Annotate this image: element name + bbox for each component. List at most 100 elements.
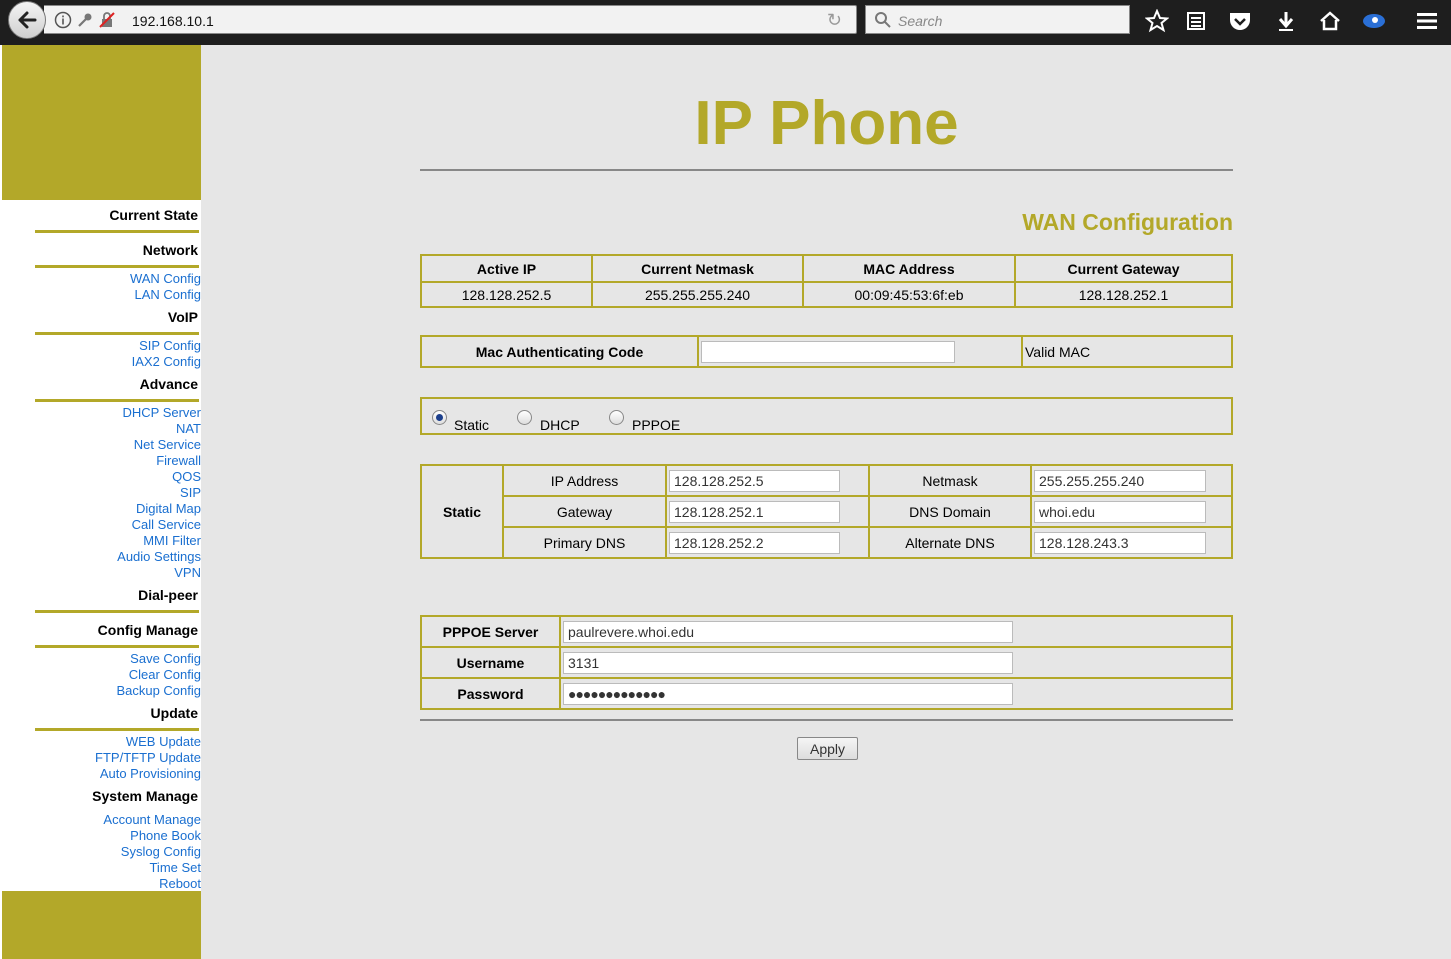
radio-pppoe[interactable]: [609, 410, 624, 425]
netmask-input[interactable]: [1034, 469, 1206, 492]
static-config-table: Static IP Address Netmask Gateway DNS Do…: [420, 464, 1233, 559]
sidebar-banner-top: [2, 45, 201, 200]
dns-domain-label: DNS Domain: [868, 495, 1032, 528]
sidebar-section-advance[interactable]: Advance: [140, 376, 198, 392]
sidebar-section-config-manage[interactable]: Config Manage: [98, 622, 198, 638]
download-icon[interactable]: [1273, 8, 1299, 34]
dns-domain-input[interactable]: [1034, 500, 1206, 523]
sidebar-link-reboot[interactable]: Reboot: [159, 876, 201, 891]
primary-dns-input[interactable]: [669, 531, 840, 554]
value-active-ip: 128.128.252.5: [420, 281, 593, 308]
sidebar-link-audio-settings[interactable]: Audio Settings: [117, 549, 201, 564]
sidebar-link-auto-provisioning[interactable]: Auto Provisioning: [100, 766, 201, 781]
header-active-ip: Active IP: [420, 254, 593, 283]
back-arrow-icon: [18, 11, 37, 29]
sidebar-link-save-config[interactable]: Save Config: [130, 651, 201, 666]
header-current-netmask: Current Netmask: [591, 254, 804, 283]
sidebar-divider: [35, 399, 199, 402]
sidebar-section-system-manage[interactable]: System Manage: [92, 788, 198, 804]
ip-address-label: IP Address: [502, 464, 667, 497]
sidebar-link-call-service[interactable]: Call Service: [132, 517, 201, 532]
mac-auth-label: Mac Authenticating Code: [420, 335, 699, 368]
sidebar-divider: [35, 728, 199, 731]
radio-dhcp[interactable]: [517, 410, 532, 425]
alternate-dns-input[interactable]: [1034, 531, 1206, 554]
section-heading: WAN Configuration: [1022, 209, 1233, 235]
sidebar-link-sip-config[interactable]: SIP Config: [139, 338, 201, 353]
addon-eye-icon[interactable]: [1361, 8, 1387, 34]
browser-toolbar: 192.168.10.1 ↻ Search: [0, 0, 1451, 45]
sidebar-link-time-set[interactable]: Time Set: [149, 860, 201, 875]
sidebar-link-lan-config[interactable]: LAN Config: [135, 287, 201, 302]
pppoe-server-label: PPPOE Server: [420, 615, 561, 648]
sidebar-divider: [35, 610, 199, 613]
sidebar-section-voip[interactable]: VoIP: [168, 309, 198, 325]
sidebar-link-firewall[interactable]: Firewall: [156, 453, 201, 468]
home-icon[interactable]: [1317, 8, 1343, 34]
pocket-icon[interactable]: [1227, 8, 1253, 34]
ip-address-input[interactable]: [669, 469, 840, 492]
password-input[interactable]: [563, 682, 1013, 705]
header-current-gateway: Current Gateway: [1014, 254, 1233, 283]
sidebar-link-sip[interactable]: SIP: [180, 485, 201, 500]
search-placeholder: Search: [898, 13, 943, 29]
reload-icon[interactable]: ↻: [827, 10, 842, 31]
sidebar-divider: [35, 265, 199, 268]
menu-icon[interactable]: [1414, 8, 1440, 34]
value-mac-address: 00:09:45:53:6f:eb: [802, 281, 1016, 308]
radio-pppoe-label: PPPOE: [632, 417, 681, 433]
alternate-dns-label: Alternate DNS: [868, 526, 1032, 559]
sidebar-link-qos[interactable]: QOS: [172, 469, 201, 484]
url-text[interactable]: 192.168.10.1: [132, 13, 214, 29]
netmask-label: Netmask: [868, 464, 1032, 497]
sidebar-link-vpn[interactable]: VPN: [174, 565, 201, 580]
username-label: Username: [420, 646, 561, 679]
mac-auth-table: Mac Authenticating Code Valid MAC: [420, 335, 1233, 368]
static-label: Static: [420, 464, 504, 559]
radio-static[interactable]: [432, 410, 447, 425]
back-button[interactable]: [8, 1, 46, 39]
sidebar-link-nat[interactable]: NAT: [176, 421, 201, 436]
radio-static-label: Static: [454, 417, 490, 433]
username-input[interactable]: [563, 651, 1013, 674]
sidebar-link-ftp-tftp-update[interactable]: FTP/TFTP Update: [95, 750, 201, 765]
mac-auth-input[interactable]: [701, 340, 955, 363]
sidebar-link-web-update[interactable]: WEB Update: [126, 734, 201, 749]
sidebar-link-wan-config[interactable]: WAN Config: [130, 271, 201, 286]
wan-mode-group: Static DHCP PPPOE: [420, 397, 1233, 435]
sidebar-link-dhcp-server[interactable]: DHCP Server: [122, 405, 201, 420]
sidebar-link-digital-map[interactable]: Digital Map: [136, 501, 201, 516]
sidebar-link-clear-config[interactable]: Clear Config: [129, 667, 201, 682]
sidebar: Current State Network WAN Config LAN Con…: [0, 45, 201, 959]
bookmark-star-icon[interactable]: [1144, 8, 1170, 34]
insecure-lock-icon[interactable]: [98, 11, 116, 29]
password-label: Password: [420, 677, 561, 710]
sidebar-divider: [35, 332, 199, 335]
value-current-gateway: 128.128.252.1: [1014, 281, 1233, 308]
url-bar[interactable]: 192.168.10.1 ↻: [44, 5, 857, 34]
sidebar-link-phone-book[interactable]: Phone Book: [130, 828, 201, 843]
sidebar-link-backup-config[interactable]: Backup Config: [116, 683, 201, 698]
search-bar[interactable]: Search: [865, 5, 1130, 34]
gateway-input[interactable]: [669, 500, 840, 523]
radio-dhcp-label: DHCP: [540, 417, 580, 433]
gateway-label: Gateway: [502, 495, 667, 528]
form-divider: [420, 719, 1233, 721]
pppoe-server-input[interactable]: [563, 620, 1013, 643]
pppoe-config-table: PPPOE Server Username Password: [420, 615, 1233, 710]
primary-dns-label: Primary DNS: [502, 526, 667, 559]
bookmarks-list-icon[interactable]: [1183, 8, 1209, 34]
sidebar-section-current-state[interactable]: Current State: [109, 207, 198, 223]
sidebar-section-dial-peer[interactable]: Dial-peer: [138, 587, 198, 603]
info-icon[interactable]: [54, 11, 72, 29]
sidebar-link-net-service[interactable]: Net Service: [134, 437, 201, 452]
sidebar-section-update[interactable]: Update: [151, 705, 198, 721]
key-icon[interactable]: [76, 11, 94, 29]
sidebar-section-network[interactable]: Network: [143, 242, 198, 258]
apply-button[interactable]: Apply: [797, 737, 858, 760]
sidebar-link-syslog-config[interactable]: Syslog Config: [121, 844, 201, 859]
sidebar-link-iax2-config[interactable]: IAX2 Config: [132, 354, 201, 369]
sidebar-divider: [35, 230, 199, 233]
sidebar-link-account-manage[interactable]: Account Manage: [103, 812, 201, 827]
sidebar-link-mmi-filter[interactable]: MMI Filter: [143, 533, 201, 548]
